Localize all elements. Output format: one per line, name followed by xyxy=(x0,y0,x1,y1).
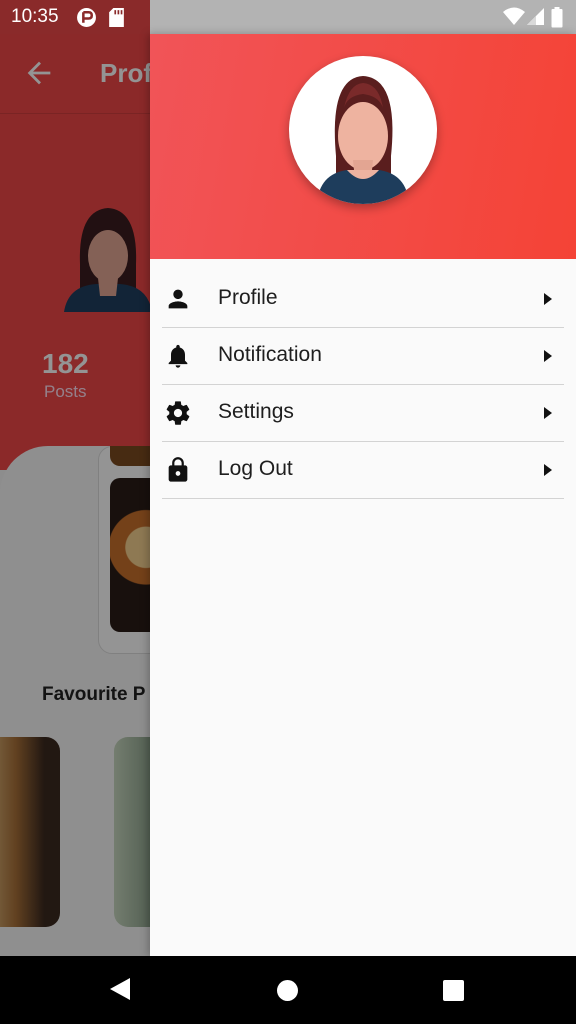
status-bar: 10:35 xyxy=(0,0,576,34)
back-triangle-icon[interactable] xyxy=(110,978,130,1000)
drawer-avatar[interactable] xyxy=(289,56,437,204)
sd-card-icon xyxy=(109,8,124,27)
menu-item-profile[interactable]: Profile xyxy=(162,271,564,328)
vpn-key-icon xyxy=(77,8,96,27)
system-nav-bar xyxy=(0,956,576,1024)
drawer-menu: Profile Notification Settings Log Out xyxy=(162,271,564,499)
woman-avatar-icon xyxy=(317,76,409,204)
chevron-right-icon xyxy=(544,350,552,362)
bell-icon xyxy=(168,344,188,368)
chevron-right-icon xyxy=(544,407,552,419)
menu-item-label: Log Out xyxy=(218,457,293,480)
drawer-header xyxy=(150,34,576,259)
menu-item-logout[interactable]: Log Out xyxy=(162,442,564,499)
menu-item-label: Profile xyxy=(218,286,278,309)
chevron-right-icon xyxy=(544,464,552,476)
status-time: 10:35 xyxy=(11,6,59,27)
menu-item-label: Notification xyxy=(218,343,322,366)
menu-item-settings[interactable]: Settings xyxy=(162,385,564,442)
battery-icon xyxy=(551,7,563,28)
person-icon xyxy=(168,289,188,309)
home-circle-icon[interactable] xyxy=(277,980,298,1001)
gear-icon xyxy=(166,401,190,425)
navigation-drawer: Profile Notification Settings Log Out xyxy=(150,34,576,956)
wifi-icon xyxy=(503,7,525,25)
menu-item-notification[interactable]: Notification xyxy=(162,328,564,385)
signal-icon xyxy=(527,8,544,25)
lock-icon xyxy=(168,457,188,482)
menu-item-label: Settings xyxy=(218,400,294,423)
chevron-right-icon xyxy=(544,293,552,305)
recents-square-icon[interactable] xyxy=(443,980,464,1001)
